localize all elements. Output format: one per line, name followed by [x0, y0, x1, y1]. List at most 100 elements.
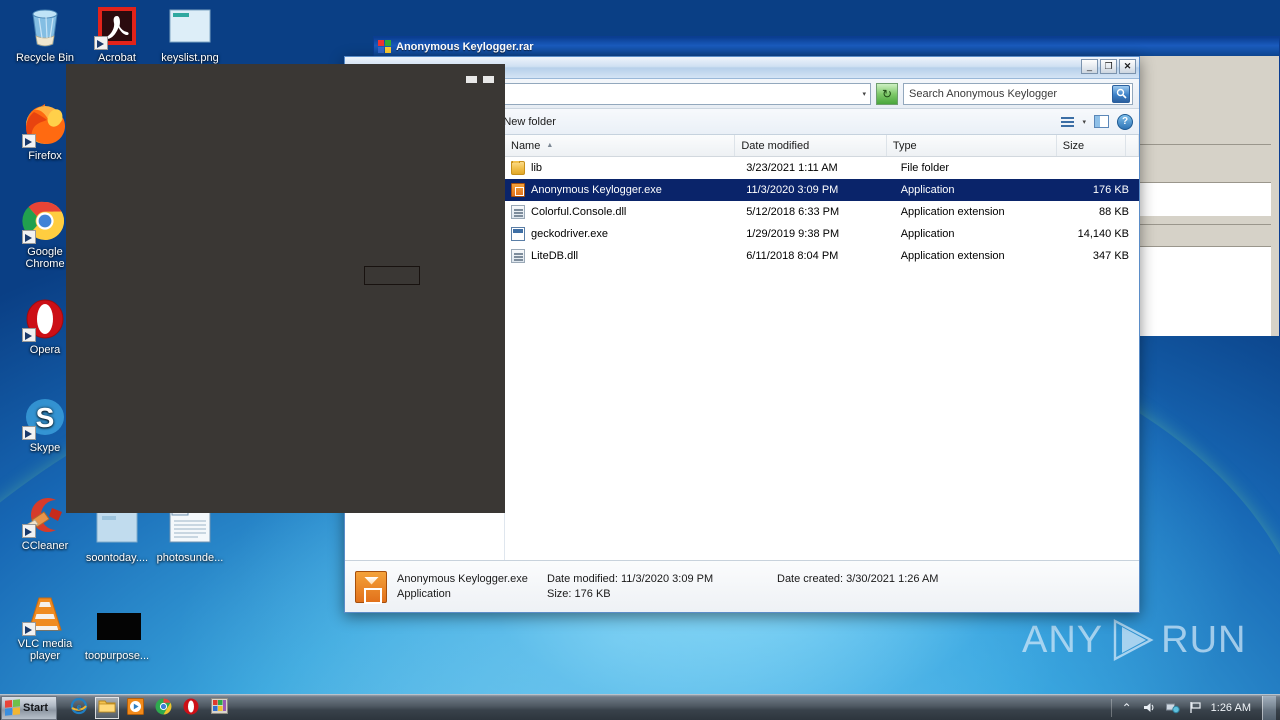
details-type: Application: [397, 588, 451, 600]
file-date: 6/11/2018 8:04 PM: [746, 250, 839, 262]
details-date-modified-label: Date modified:: [547, 573, 618, 585]
chevron-up-icon[interactable]: ⌃: [1119, 700, 1135, 716]
keylogger-app-window[interactable]: [66, 64, 505, 513]
file-list-area: Name ▲ Date modified Type Size lib 3/23/…: [505, 135, 1139, 560]
desktop-icon-toopurpose[interactable]: toopurpose...: [80, 604, 154, 662]
details-date-modified: Date modified: 11/3/2020 3:09 PM: [547, 573, 777, 585]
desktop-icon-keyslist[interactable]: keyslist.png: [153, 6, 227, 64]
details-date-created-label: Date created:: [777, 573, 844, 585]
taskbar-item-opera[interactable]: [179, 697, 203, 719]
preview-pane-icon[interactable]: [1094, 115, 1109, 128]
file-type: Application extension: [900, 206, 1005, 218]
winrar-title-text: Anonymous Keylogger.rar: [396, 40, 534, 53]
winrar-icon: [210, 698, 228, 717]
desktop-icon-label: Recycle Bin: [15, 52, 75, 64]
system-tray: ⌃ 1:26 AM: [1110, 695, 1280, 720]
tray-divider: [1110, 698, 1112, 717]
magnifier-icon[interactable]: [1112, 84, 1130, 103]
taskbar-item-media-player[interactable]: [123, 697, 147, 719]
minimize-button[interactable]: _: [1081, 59, 1098, 74]
media-player-icon: [126, 697, 144, 718]
clock[interactable]: 1:26 AM: [1211, 702, 1251, 714]
shortcut-overlay-icon: [22, 524, 36, 538]
executable-icon: [511, 183, 525, 197]
taskbar-item-winrar[interactable]: [207, 697, 231, 719]
taskbar[interactable]: Start e ⌃ 1:26 AM: [0, 694, 1280, 720]
application-icon: [511, 227, 525, 241]
show-desktop-button[interactable]: [1262, 695, 1276, 720]
file-type: File folder: [900, 162, 949, 174]
file-name: LiteDB.dll: [531, 250, 579, 262]
app-button-b[interactable]: [483, 76, 494, 83]
quick-launch: e: [67, 696, 231, 719]
table-row[interactable]: lib 3/23/2021 1:11 AM File folder: [505, 157, 1139, 179]
network-icon[interactable]: [1165, 700, 1181, 716]
taskbar-item-internet-explorer[interactable]: e: [67, 697, 91, 719]
desktop-icon-soontoday[interactable]: soontoday....: [80, 506, 154, 564]
file-type: Application extension: [900, 250, 1005, 262]
desktop-icon-photosunde[interactable]: photosunde...: [153, 506, 227, 564]
file-name: Anonymous Keylogger.exe: [531, 184, 662, 196]
table-row[interactable]: Colorful.Console.dll 5/12/2018 6:33 PM A…: [505, 201, 1139, 223]
acrobat-icon: [80, 6, 154, 50]
desktop-icon-label: toopurpose...: [84, 650, 150, 662]
list-view-icon[interactable]: [1061, 116, 1075, 127]
desktop[interactable]: Recycle Bin Acrobat keyslist.png Firefox…: [0, 0, 1280, 720]
maximize-button[interactable]: ❐: [1100, 59, 1117, 74]
column-header-extra[interactable]: [1126, 135, 1139, 156]
file-type: Application: [900, 184, 955, 196]
desktop-icon-label: Acrobat: [98, 52, 136, 64]
flag-icon[interactable]: [1188, 700, 1204, 716]
desktop-icon-label: keyslist.png: [161, 52, 219, 64]
column-header-name[interactable]: Name ▲: [505, 135, 736, 156]
table-row[interactable]: LiteDB.dll 6/11/2018 8:04 PM Application…: [505, 245, 1139, 267]
search-input[interactable]: Search Anonymous Keylogger: [909, 88, 1057, 100]
svg-text:S: S: [36, 402, 55, 433]
start-label: Start: [23, 701, 49, 714]
anyrun-watermark: ANY RUN: [1022, 618, 1246, 662]
table-row[interactable]: Anonymous Keylogger.exe 11/3/2020 3:09 P…: [505, 179, 1139, 201]
shortcut-overlay-icon: [22, 134, 36, 148]
taskbar-item-windows-explorer[interactable]: [95, 696, 119, 719]
table-row[interactable]: geckodriver.exe 1/29/2019 9:38 PM Applic…: [505, 223, 1139, 245]
toolbar-new-folder[interactable]: New folder: [499, 114, 560, 130]
close-button[interactable]: ✕: [1119, 59, 1136, 74]
search-box[interactable]: Search Anonymous Keylogger: [903, 82, 1133, 105]
speaker-icon[interactable]: [1142, 700, 1158, 716]
ie-icon: e: [70, 697, 88, 718]
window-controls: _ ❐ ✕: [1081, 59, 1136, 74]
file-date: 11/3/2020 3:09 PM: [746, 184, 839, 196]
new-folder-label: New folder: [503, 115, 556, 128]
app-button-a[interactable]: [466, 76, 477, 83]
details-pane: Anonymous Keylogger.exe Date modified: 1…: [345, 560, 1139, 612]
desktop-icon-label: photosunde...: [156, 552, 224, 564]
folder-icon: [98, 698, 116, 717]
column-header-type[interactable]: Type: [887, 135, 1057, 156]
shortcut-overlay-icon: [22, 230, 36, 244]
address-dropdown-icon[interactable]: ▾: [862, 90, 866, 98]
column-header-date-modified[interactable]: Date modified: [735, 135, 887, 156]
shortcut-overlay-icon: [94, 36, 108, 50]
column-header-size[interactable]: Size: [1057, 135, 1126, 156]
taskbar-item-chrome[interactable]: [151, 697, 175, 719]
view-dropdown-icon[interactable]: ▾: [1082, 118, 1086, 126]
details-file-name: Anonymous Keylogger.exe: [397, 573, 528, 585]
watermark-run-text: RUN: [1161, 618, 1247, 661]
start-button[interactable]: Start: [1, 695, 57, 720]
windows-logo-icon: [5, 699, 20, 716]
vlc-icon: [8, 592, 82, 636]
desktop-icon-recycle-bin[interactable]: Recycle Bin: [8, 6, 82, 64]
desktop-icon-vlc[interactable]: VLC media player: [8, 592, 82, 662]
svg-text:e: e: [77, 702, 82, 713]
help-icon[interactable]: ?: [1117, 113, 1133, 130]
dll-icon: [511, 205, 525, 219]
file-name: geckodriver.exe: [531, 228, 609, 240]
desktop-icon-label: soontoday....: [85, 552, 149, 564]
desktop-icon-acrobat[interactable]: Acrobat: [80, 6, 154, 64]
winrar-titlebar[interactable]: Anonymous Keylogger.rar: [374, 37, 1279, 56]
refresh-button[interactable]: ↻: [876, 82, 898, 105]
app-titlebar-fragment: [460, 71, 505, 88]
watermark-any-text: ANY: [1022, 618, 1104, 661]
shortcut-overlay-icon: [22, 622, 36, 636]
app-outlined-box[interactable]: [364, 266, 420, 285]
